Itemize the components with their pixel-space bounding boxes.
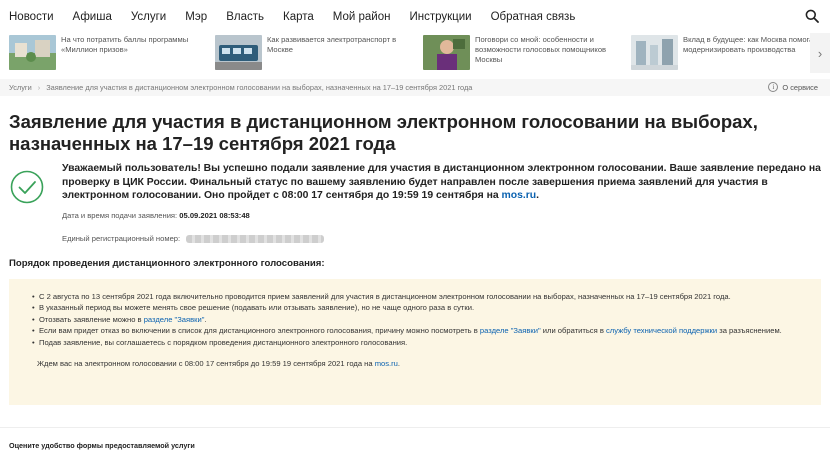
info-icon: i	[768, 82, 779, 92]
nav-item-map[interactable]: Карта	[283, 11, 314, 23]
news-card[interactable]: Как развивается электротранспорт в Москв…	[215, 35, 415, 71]
final-note-end: .	[397, 359, 401, 369]
procedure-list: С 2 августа по 13 сентября 2021 года вкл…	[32, 291, 801, 349]
news-strip: На что потратить баллы программы «Миллио…	[0, 33, 830, 73]
news-next-arrow-icon[interactable]: ›	[810, 33, 830, 73]
nav-item-my-district[interactable]: Мой район	[333, 11, 391, 23]
nav-item-afisha[interactable]: Афиша	[73, 11, 112, 23]
rate-service-label: Оцените удобство формы предоставляемой у…	[9, 441, 195, 450]
news-card[interactable]: Вклад в будущее: как Москва помогает мод…	[631, 35, 830, 71]
chevron-right-icon: ›	[37, 83, 41, 92]
list-item: В указанный период вы можете менять свое…	[32, 302, 801, 314]
breadcrumb-current: Заявление для участия в дистанционном эл…	[46, 83, 473, 92]
news-thumbnail	[9, 35, 56, 70]
registration-number-redacted	[186, 234, 325, 243]
list-item-text: или обратиться в	[540, 326, 606, 336]
nav-item-instructions[interactable]: Инструкции	[409, 11, 471, 23]
list-item-text: за разъяснением.	[717, 326, 782, 336]
search-icon[interactable]	[805, 9, 819, 23]
about-service-label: О сервисе	[782, 82, 818, 92]
mos-ru-link[interactable]: mos.ru	[375, 359, 398, 368]
news-text: На что потратить баллы программы «Миллио…	[61, 35, 189, 54]
nav-item-feedback[interactable]: Обратная связь	[491, 11, 576, 23]
list-item: Отозвать заявление можно в разделе "Заяв…	[32, 314, 801, 326]
registration-number-label: Единый регистрационный номер:	[62, 234, 181, 243]
news-thumbnail	[423, 35, 470, 70]
page-title: Заявление для участия в дистанционном эл…	[9, 111, 758, 154]
breadcrumb-services-link[interactable]: Услуги	[9, 83, 32, 92]
procedure-final-note: Ждем вас на электронном голосовании с 08…	[37, 359, 801, 368]
nav-item-news[interactable]: Новости	[9, 11, 54, 23]
success-message-end: .	[536, 190, 540, 201]
news-text: Как развивается электротранспорт в Москв…	[267, 35, 397, 54]
final-note-text: Ждем вас на электронном голосовании с 08…	[37, 359, 375, 369]
list-item: Подав заявление, вы соглашаетесь с поряд…	[32, 337, 801, 349]
divider	[0, 427, 830, 428]
procedure-title: Порядок проведения дистанционного электр…	[9, 258, 325, 269]
list-item: С 2 августа по 13 сентября 2021 года вкл…	[32, 291, 801, 303]
about-service-link[interactable]: i О сервисе	[768, 82, 818, 92]
list-item-text: .	[204, 314, 207, 324]
success-message-text: Уважаемый пользователь! Вы успешно подал…	[62, 163, 821, 201]
news-card[interactable]: Поговори со мной: особенности и возможно…	[423, 35, 623, 71]
submission-datetime-label: Дата и время подачи заявления:	[62, 211, 180, 220]
submission-datetime: Дата и время подачи заявления: 05.09.202…	[62, 211, 250, 220]
success-message: Уважаемый пользователь! Вы успешно подал…	[62, 162, 822, 203]
submission-datetime-value: 05.09.2021 08:53:48	[179, 211, 250, 220]
top-navigation: Новости Афиша Услуги Мэр Власть Карта Мо…	[0, 0, 830, 33]
list-item-text: Отозвать заявление можно в	[39, 314, 144, 324]
support-service-link[interactable]: службу технической поддержки	[606, 326, 717, 335]
mos-ru-link[interactable]: mos.ru	[502, 190, 537, 201]
breadcrumb: Услуги › Заявление для участия в дистанц…	[0, 79, 830, 96]
applications-section-link[interactable]: разделе "Заявки"	[144, 315, 205, 324]
procedure-notice: С 2 августа по 13 сентября 2021 года вкл…	[9, 279, 821, 405]
list-item: Если вам придет отказ во включении в спи…	[32, 325, 801, 337]
news-thumbnail	[631, 35, 678, 70]
registration-number: Единый регистрационный номер:	[62, 234, 325, 243]
news-thumbnail	[215, 35, 262, 70]
news-text: Вклад в будущее: как Москва помогает мод…	[683, 35, 821, 54]
list-item-text: Если вам придет отказ во включении в спи…	[39, 326, 480, 336]
news-card[interactable]: На что потратить баллы программы «Миллио…	[9, 35, 209, 71]
news-text: Поговори со мной: особенности и возможно…	[475, 35, 607, 64]
success-check-icon	[10, 170, 44, 204]
nav-item-mayor[interactable]: Мэр	[185, 11, 207, 23]
nav-item-government[interactable]: Власть	[226, 11, 264, 23]
applications-section-link[interactable]: разделе "Заявки"	[480, 326, 541, 335]
nav-item-services[interactable]: Услуги	[131, 11, 166, 23]
